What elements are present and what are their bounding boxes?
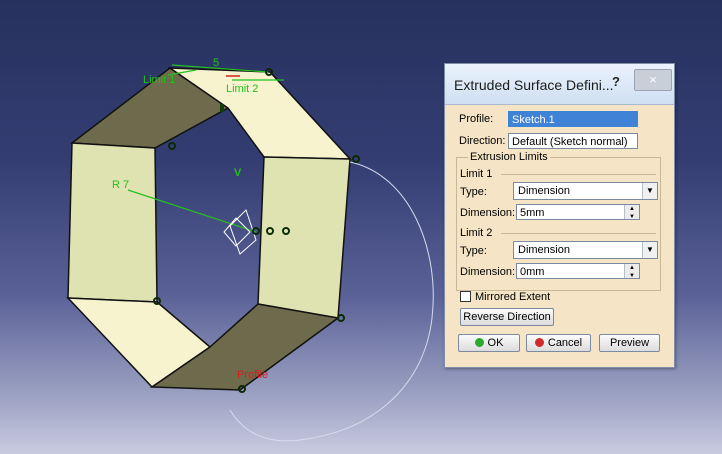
direction-field[interactable]: Default (Sketch normal) <box>508 133 638 149</box>
limit1-separator <box>501 174 656 175</box>
chevron-down-icon[interactable]: ▼ <box>642 183 657 199</box>
limit2-type-label: Type: <box>460 245 487 257</box>
direction-label: Direction: <box>459 135 506 147</box>
extruded-surface-dialog[interactable]: Extruded Surface Defini... ? × Profile: … <box>444 63 675 368</box>
spin-down-icon[interactable]: ▼ <box>625 213 639 219</box>
limit2-type-value: Dimension <box>518 244 570 256</box>
limit2-dimension-field[interactable]: 0mm ▲ ▼ <box>516 263 640 279</box>
limit1-type-label: Type: <box>460 186 487 198</box>
help-icon[interactable]: ? <box>605 73 627 91</box>
limit2-separator <box>501 233 656 234</box>
limit1-title: Limit 1 <box>460 168 493 180</box>
profile-label: Profile: <box>459 113 494 125</box>
limit1-dimension-field[interactable]: 5mm ▲ ▼ <box>516 204 640 220</box>
dialog-title: Extruded Surface Defini... <box>454 77 614 93</box>
spin-up-icon[interactable]: ▲ <box>625 264 639 272</box>
limit2-dimension-value: 0mm <box>520 266 545 278</box>
ok-button[interactable]: OK <box>458 334 520 352</box>
face-left[interactable] <box>67 142 158 303</box>
limit1-type-dropdown[interactable]: Dimension ▼ <box>513 182 658 200</box>
limit1-label: Limit 1 <box>143 74 175 86</box>
profile-field[interactable]: Sketch.1 <box>508 111 638 127</box>
handle-marker[interactable] <box>220 104 224 112</box>
close-icon[interactable]: × <box>634 69 672 91</box>
profile-label: Profile <box>237 369 268 381</box>
limit1-dimension-value: 5mm <box>520 207 545 219</box>
vertex-point[interactable] <box>337 314 345 322</box>
limit2-title: Limit 2 <box>460 227 493 239</box>
limit2-label: Limit 2 <box>226 83 258 95</box>
limit1-spinner[interactable]: ▲ ▼ <box>624 205 639 219</box>
compass-axis-icon[interactable] <box>223 209 257 255</box>
limit1-type-value: Dimension <box>518 185 570 197</box>
extrusion-limits-title: Extrusion Limits <box>468 151 550 163</box>
center-point[interactable] <box>252 227 260 235</box>
limit2-spinner[interactable]: ▲ ▼ <box>624 264 639 278</box>
vertex-point[interactable] <box>352 155 360 163</box>
spin-up-icon[interactable]: ▲ <box>625 205 639 213</box>
face-right[interactable] <box>257 156 351 319</box>
vertex-point[interactable] <box>168 142 176 150</box>
preview-button[interactable]: Preview <box>599 334 660 352</box>
limit2-dimension-label: Dimension: <box>460 266 516 278</box>
dimension-value-label: 5 <box>213 57 219 69</box>
mirrored-extent-label: Mirrored Extent <box>475 291 551 303</box>
mirrored-extent-checkbox[interactable] <box>460 291 471 302</box>
ok-icon <box>474 338 484 347</box>
cancel-button[interactable]: Cancel <box>526 334 591 352</box>
dialog-title-bar[interactable]: Extruded Surface Defini... ? × <box>445 64 674 105</box>
cancel-icon <box>534 338 544 347</box>
radius-label: R 7 <box>112 179 129 191</box>
cancel-label: Cancel <box>547 337 583 349</box>
v-marker-label: V <box>234 167 242 179</box>
reverse-direction-button[interactable]: Reverse Direction <box>460 308 554 326</box>
chevron-down-icon[interactable]: ▼ <box>642 242 657 258</box>
ok-label: OK <box>487 337 504 349</box>
limit1-dimension-label: Dimension: <box>460 207 516 219</box>
limit2-type-dropdown[interactable]: Dimension ▼ <box>513 241 658 259</box>
spin-down-icon[interactable]: ▼ <box>625 272 639 278</box>
